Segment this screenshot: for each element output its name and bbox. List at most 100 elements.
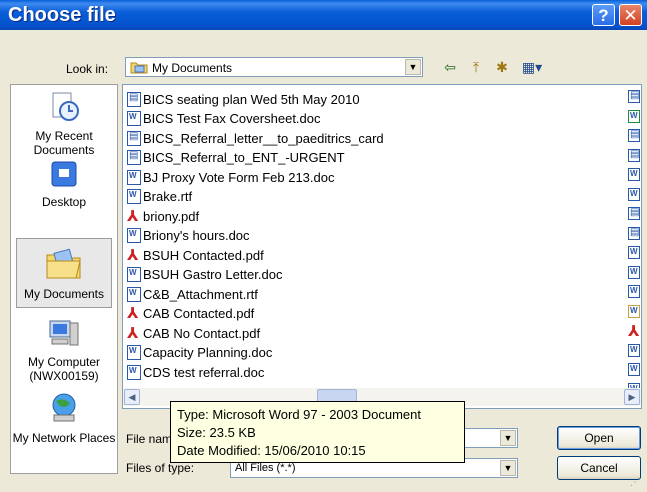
file-name: CAB Contacted.pdf [143, 306, 255, 321]
list-item[interactable]: CDS test referral.doc [127, 363, 264, 382]
xls-file-icon [628, 109, 640, 124]
close-button[interactable]: ✕ [619, 4, 642, 26]
word-file-icon [127, 228, 141, 243]
file-name: BICS seating plan Wed 5th May 2010 [143, 92, 360, 107]
folder-icon [130, 62, 148, 74]
pub-file-icon [628, 129, 640, 143]
file-name: C&B_Attachment.rtf [143, 287, 258, 302]
scroll-left-icon[interactable]: ◀ [124, 389, 140, 405]
file-name: BICS_Referral_letter__to_paeditrics_card [143, 131, 384, 146]
help-button[interactable]: ? [592, 4, 615, 26]
cancel-button[interactable]: Cancel [557, 456, 641, 480]
place-label: Desktop [41, 195, 87, 209]
back-icon[interactable]: ⇦ [440, 58, 460, 76]
list-item[interactable]: Capacity Planning.doc [127, 343, 272, 362]
pdf-file-icon [628, 322, 640, 340]
list-item[interactable]: Briony's hours.doc [127, 226, 250, 245]
word-file-icon [127, 189, 141, 204]
view-menu-icon[interactable]: ▦▾ [518, 58, 546, 76]
file-name: Capacity Planning.doc [143, 345, 273, 360]
file-name: BICS Test Fax Coversheet.doc [143, 111, 321, 126]
recent-documents-icon [52, 92, 79, 121]
tooltip-size: Size: 23.5 KB [177, 425, 256, 440]
place-label: My Network Places [12, 431, 116, 445]
list-item[interactable]: CAB Contacted.pdf [127, 304, 254, 323]
tooltip-modified: Date Modified: 15/06/2010 10:15 [177, 443, 366, 458]
resize-grip-icon[interactable]: ⋰ [630, 476, 644, 490]
pub-file-icon [628, 207, 640, 221]
pdf-file-icon [127, 246, 141, 264]
list-item[interactable]: C&B_Attachment.rtf [127, 285, 258, 304]
pub-file-icon [628, 226, 640, 241]
list-item[interactable]: CAB No Contact.pdf [127, 324, 260, 343]
list-item[interactable]: BICS_Referral_letter__to_paeditrics_card [127, 129, 384, 148]
word-file-icon [127, 170, 141, 185]
place-desktop[interactable]: Desktop [11, 159, 117, 209]
file-name: CDS test referral.doc [143, 365, 265, 380]
new-folder-icon[interactable]: ✱ [492, 58, 512, 76]
publisher-file-icon [127, 131, 141, 146]
file-name: briony.pdf [143, 209, 200, 224]
place-my-computer[interactable]: My Computer (NWX00159) [11, 317, 117, 383]
file-name-label: File nam [126, 432, 173, 446]
list-item[interactable]: BSUH Contacted.pdf [127, 246, 264, 265]
file-info-tooltip: Type: Microsoft Word 97 - 2003 Document … [170, 401, 465, 463]
file-name: BJ Proxy Vote Form Feb 213.doc [143, 170, 335, 185]
chevron-down-icon[interactable]: ▼ [405, 59, 421, 75]
tooltip-type: Type: Microsoft Word 97 - 2003 Document [177, 407, 421, 422]
title-bar: Choose file ? ✕ [0, 0, 647, 30]
look-in-dropdown[interactable]: My Documents ▼ [125, 57, 423, 77]
doc-file-icon [628, 246, 640, 260]
doc-file-icon [628, 168, 640, 182]
pub-file-icon [628, 90, 640, 104]
place-my-recent-documents[interactable]: My Recent Documents [11, 89, 117, 157]
list-item[interactable]: BSUH Gastro Letter.doc [127, 265, 282, 284]
word-file-icon [127, 267, 141, 282]
doc-file-icon [628, 187, 640, 202]
list-item[interactable]: briony.pdf [127, 207, 199, 226]
doc-file-icon [628, 285, 640, 299]
place-my-documents[interactable]: My Documents [16, 238, 112, 308]
list-item[interactable]: BJ Proxy Vote Form Feb 213.doc [127, 168, 334, 187]
file-type-value: All Files (*.*) [235, 462, 296, 474]
file-name: BICS_Referral_to_ENT_-URGENT [143, 150, 345, 165]
pdf-file-icon [127, 207, 141, 225]
look-in-value: My Documents [152, 61, 233, 75]
my-computer-icon [49, 320, 79, 346]
list-item[interactable]: BICS_Referral_to_ENT_-URGENT [127, 148, 345, 167]
up-folder-icon[interactable]: ⤒ [466, 58, 486, 76]
places-bar: My Recent Documents Desktop My Documents… [10, 84, 118, 474]
doc-file-icon [628, 343, 640, 358]
place-label: My Recent Documents [33, 129, 95, 157]
place-my-network-places[interactable]: My Network Places [11, 391, 117, 445]
desktop-icon [51, 161, 77, 187]
look-in-label: Look in: [66, 62, 109, 76]
pdf-file-icon [127, 324, 141, 342]
word-file-icon [127, 287, 141, 302]
network-places-icon [52, 393, 76, 422]
word-file-icon [127, 111, 141, 126]
chevron-down-icon[interactable]: ▼ [500, 430, 516, 446]
word-file-icon [127, 345, 141, 360]
publisher-file-icon [127, 92, 141, 107]
publisher-file-icon [127, 150, 141, 165]
scroll-right-icon[interactable]: ▶ [624, 389, 640, 405]
chevron-down-icon[interactable]: ▼ [500, 460, 516, 476]
place-label: My Documents [23, 287, 105, 301]
file-name: BSUH Gastro Letter.doc [143, 267, 283, 282]
my-documents-icon [46, 248, 81, 279]
file-type-label: Files of type: [126, 461, 195, 475]
window-title: Choose file [8, 4, 116, 26]
list-item[interactable]: BICS seating plan Wed 5th May 2010 [127, 90, 360, 109]
file-list[interactable]: BICS seating plan Wed 5th May 2010 BICS … [122, 84, 642, 409]
pdf-file-icon [127, 304, 141, 322]
img-file-icon [628, 304, 640, 319]
file-name: Brake.rtf [143, 189, 193, 204]
pub-file-icon [628, 148, 640, 163]
place-label: My Computer (NWX00159) [27, 355, 101, 383]
list-item[interactable]: Brake.rtf [127, 187, 192, 206]
doc-file-icon [628, 363, 640, 377]
open-button[interactable]: Open [557, 426, 641, 450]
list-item[interactable]: BICS Test Fax Coversheet.doc [127, 109, 321, 128]
file-name: BSUH Contacted.pdf [143, 248, 264, 263]
